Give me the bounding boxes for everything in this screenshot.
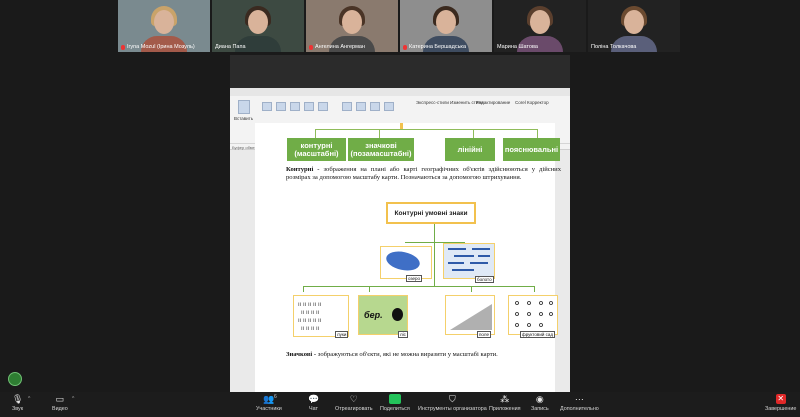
participants-count: 6 <box>274 394 277 400</box>
ribbon-group-labels: Буфер обмена Шрифт Абзац Стили Corel <box>230 143 570 150</box>
font-color-icon[interactable] <box>318 102 328 111</box>
express-styles-label[interactable]: Экспресс-стили <box>416 100 449 105</box>
participant-name: Марина Шатова <box>497 44 538 50</box>
italic-icon[interactable] <box>290 102 300 111</box>
apps-icon: ⁂ <box>500 394 510 404</box>
participant-name: Катерина Бершадська <box>403 44 466 50</box>
avatar <box>154 10 174 34</box>
participant-tile[interactable]: Диана Папа <box>212 0 304 52</box>
participant-tile[interactable]: Iryna Mozul (Ірина Мозуль) <box>118 0 210 52</box>
participant-tile[interactable]: Марина Шатова <box>494 0 586 52</box>
share-screen-icon <box>388 394 401 404</box>
participant-name-text: Катерина Бершадська <box>409 44 467 50</box>
participant-name: Диана Папа <box>215 44 246 50</box>
react-button[interactable]: ♡ Отреагировать <box>335 394 373 412</box>
audio-options-caret[interactable]: ^ <box>28 396 30 402</box>
more-label: Дополнительно <box>560 406 599 412</box>
numbering-icon[interactable] <box>356 102 366 111</box>
participant-name-text: Диана Папа <box>215 44 246 50</box>
avatar <box>436 10 456 34</box>
audio-label: Звук <box>12 406 24 412</box>
participant-name: Ангелина Ангерман <box>309 44 365 50</box>
chat-icon: 💬 <box>308 394 320 404</box>
font-icon[interactable] <box>262 102 272 111</box>
underline-icon[interactable] <box>304 102 314 111</box>
video-label: Видео <box>52 406 68 412</box>
bold-icon[interactable] <box>276 102 286 111</box>
corel-label[interactable]: Corel Корректор <box>515 100 549 105</box>
record-icon: ◉ <box>535 394 544 404</box>
host-tools-label: Инструменты организатора <box>418 406 487 412</box>
apps-button[interactable]: ⁂ Приложения <box>489 394 521 412</box>
avatar <box>624 10 644 34</box>
participant-name-text: Ангелина Ангерман <box>315 44 365 50</box>
mic-muted-icon <box>121 44 125 50</box>
microphone-icon: 🎙 <box>12 394 24 404</box>
participant-strip: Iryna Mozul (Ірина Мозуль) Диана Папа Анге… <box>118 0 683 52</box>
react-label: Отреагировать <box>335 406 373 412</box>
group-clipboard: Буфер обмена <box>232 145 260 150</box>
bullets-icon[interactable] <box>342 102 352 111</box>
participant-name: Поліна Толкачова <box>591 44 636 50</box>
video-options-caret[interactable]: ^ <box>72 396 74 402</box>
paragraph-mark-icon[interactable] <box>384 102 394 111</box>
group-corel: Corel <box>526 145 536 150</box>
share-label: Поделиться <box>380 406 410 412</box>
end-label: Завершение <box>765 406 797 412</box>
paste-label[interactable]: Вставить <box>234 116 253 121</box>
word-ribbon: Вставить Экспресс-стили Изменить стили Р… <box>230 88 570 150</box>
avatar <box>342 10 362 34</box>
participants-label: Участники <box>256 406 282 412</box>
participants-button[interactable]: 👥 Участники <box>256 394 282 412</box>
chat-button[interactable]: 💬 Чат <box>308 394 319 412</box>
participants-icon: 👥 <box>263 394 275 404</box>
editing-label[interactable]: Редактирование <box>476 100 510 105</box>
group-font: Шрифт <box>296 145 310 150</box>
more-button[interactable]: ⋯ Дополнительно <box>560 394 599 412</box>
shield-icon: ⛉ <box>448 394 456 404</box>
camera-icon: ▭ <box>55 394 65 404</box>
record-button[interactable]: ◉ Запись <box>531 394 549 412</box>
participant-name-text: Поліна Толкачова <box>591 44 637 50</box>
end-button[interactable]: ✕ Завершение <box>765 394 796 412</box>
participant-tile[interactable]: Ангелина Ангерман <box>306 0 398 52</box>
participant-name-text: Марина Шатова <box>497 44 538 50</box>
chat-label: Чат <box>309 406 318 412</box>
paste-icon[interactable] <box>238 100 250 114</box>
record-label: Запись <box>531 406 549 412</box>
avatar <box>248 10 268 34</box>
group-paragraph: Абзац <box>362 145 374 150</box>
mic-muted-icon <box>403 44 407 50</box>
annotate-float-button[interactable] <box>8 372 22 386</box>
participant-name: Iryna Mozul (Ірина Мозуль) <box>121 44 195 50</box>
align-icon[interactable] <box>370 102 380 111</box>
host-tools-button[interactable]: ⛉ Инструменты организатора <box>418 394 487 412</box>
apps-label: Приложения <box>489 406 521 412</box>
video-button[interactable]: ▭ Видео <box>52 394 68 412</box>
audio-button[interactable]: 🎙 Звук <box>12 394 23 412</box>
participant-name-text: Iryna Mozul (Ірина Мозуль) <box>127 44 195 50</box>
participant-tile[interactable]: Поліна Толкачова <box>588 0 680 52</box>
ribbon-tabs <box>230 88 570 96</box>
zoom-meeting-window: Iryna Mozul (Ірина Мозуль) Диана Папа Анге… <box>0 0 800 417</box>
avatar <box>530 10 550 34</box>
shared-screen[interactable]: Вставить Экспресс-стили Изменить стили Р… <box>230 55 570 392</box>
heart-icon: ♡ <box>349 394 358 404</box>
group-styles: Стили <box>445 145 457 150</box>
close-icon: ✕ <box>775 394 786 404</box>
participant-tile[interactable]: Катерина Бершадська <box>400 0 492 52</box>
share-button[interactable]: Поделиться <box>380 394 410 412</box>
meeting-toolbar: 🎙 Звук ^ ▭ Видео ^ 👥 Участники 6 💬 Чат ♡… <box>0 392 800 417</box>
mic-muted-icon <box>309 44 313 50</box>
shared-screen-top-bar <box>230 55 570 88</box>
more-icon: ⋯ <box>574 394 584 404</box>
